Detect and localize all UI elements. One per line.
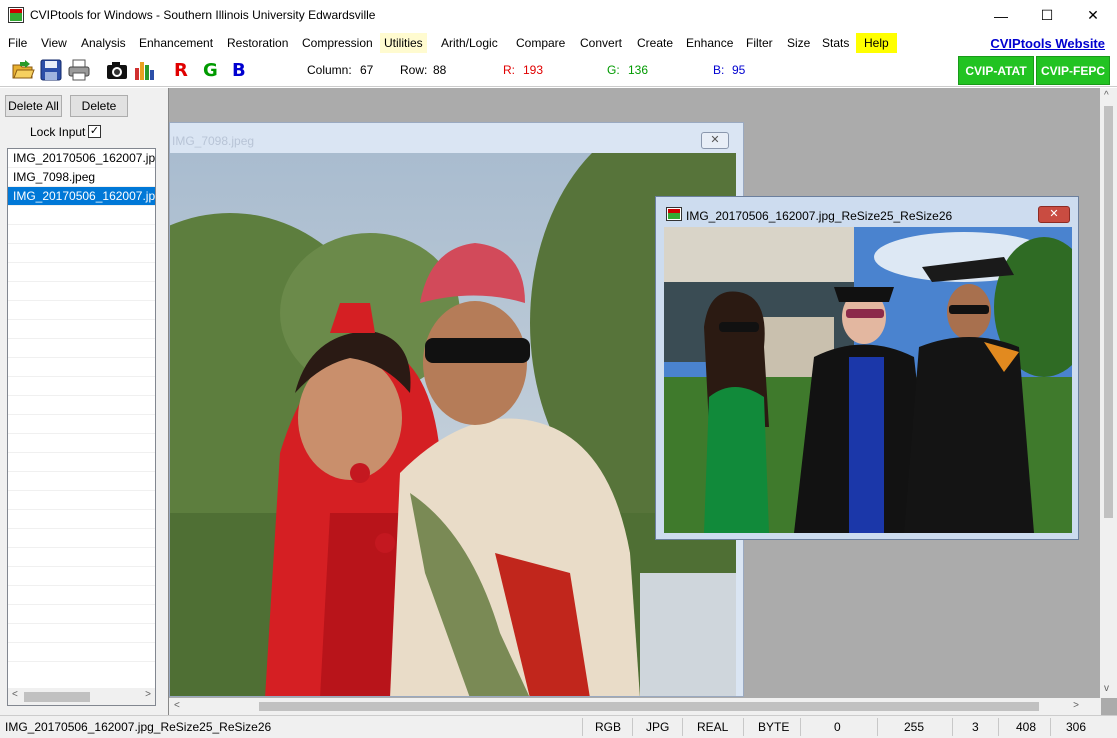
menu-create[interactable]: Create [633,33,677,53]
save-icon[interactable] [39,58,63,82]
row-label: Row: [400,63,428,77]
status-bar: IMG_20170506_162007.jpg_ReSize25_ReSize2… [0,715,1117,738]
b-value: 95 [732,63,746,77]
status-divider [877,718,878,736]
toolbar: R G B Column: 67 Row: 88 R: 193 G: 136 B… [0,55,1117,87]
maximize-button[interactable]: ☐ [1024,0,1070,31]
scroll-right-icon[interactable]: > [1073,700,1079,711]
delete-button[interactable]: Delete [70,95,128,117]
title-bar: CVIPtools for Windows - Southern Illinoi… [0,0,1117,31]
menu-view[interactable]: View [37,33,71,53]
graduation-photo [664,227,1072,533]
list-item[interactable]: IMG_7098.jpeg [8,168,155,187]
menu-help[interactable]: Help [856,33,897,53]
status-divider [998,718,999,736]
menu-enhancement[interactable]: Enhancement [135,33,217,53]
list-item-selected[interactable]: IMG_20170506_162007.jpg_ReSize25_ReSize2… [8,187,155,206]
image-window-front[interactable]: IMG_20170506_162007.jpg_ReSize25_ReSize2… [655,196,1079,540]
menu-size[interactable]: Size [783,33,814,53]
app-icon [8,7,24,23]
image-window-back-title: IMG_7098.jpeg [172,134,255,148]
menu-enhance[interactable]: Enhance [682,33,737,53]
row-value: 88 [433,63,447,77]
image-window-front-title: IMG_20170506_162007.jpg_ReSize25_ReSize2… [686,209,953,223]
status-divider [1050,718,1051,736]
status-divider [800,718,801,736]
image-window-back-close-button[interactable]: ✕ [701,132,729,149]
scrollbar-thumb[interactable] [259,702,1039,711]
image-list-panel: Delete All Delete Lock Input ✓ IMG_20170… [0,88,168,715]
status-data-type: BYTE [758,720,790,734]
lock-input-checkbox[interactable]: ✓ [88,125,101,138]
file-list-scrollbar[interactable]: < > [8,688,155,705]
menu-bar: File View Analysis Enhancement Restorati… [0,31,1117,55]
r-value: 193 [523,63,544,77]
camera-icon[interactable] [105,58,129,82]
status-data-format: REAL [697,720,729,734]
image-workspace: IMG_7098.jpeg ✕ IMG_20170506_162007.jpg_… [168,88,1117,715]
menu-analysis[interactable]: Analysis [77,33,130,53]
status-bands: 3 [972,720,979,734]
scroll-left-icon[interactable]: < [174,700,180,711]
image-window-front-close-button[interactable]: ✕ [1038,206,1070,223]
menu-utilities[interactable]: Utilities [380,33,427,53]
status-max: 255 [904,720,925,734]
scroll-up-icon[interactable]: ^ [1104,90,1109,101]
window-title: CVIPtools for Windows - Southern Illinoi… [30,8,376,22]
workspace-vertical-scrollbar[interactable]: ^ v [1100,88,1117,698]
status-divider [952,718,953,736]
green-channel-button[interactable]: G [203,60,218,81]
cviptools-website-link[interactable]: CVIPtools Website [990,36,1105,51]
blue-channel-button[interactable]: B [232,60,246,81]
status-width: 408 [1016,720,1037,734]
image-file-list: IMG_20170506_162007.jpg IMG_7098.jpeg IM… [7,148,156,706]
menu-stats[interactable]: Stats [818,33,853,53]
g-value-label: G: [607,63,620,77]
status-divider [682,718,683,736]
minimize-button[interactable]: — [978,0,1024,31]
status-min: 0 [834,720,841,734]
image-window-icon [666,207,682,221]
status-divider [582,718,583,736]
status-divider [743,718,744,736]
scroll-down-icon[interactable]: v [1104,683,1109,694]
status-color-space: RGB [595,720,622,734]
cvip-atat-button[interactable]: CVIP-ATAT [958,56,1034,85]
histogram-icon[interactable] [133,58,157,82]
g-value: 136 [628,63,649,77]
b-value-label: B: [713,63,725,77]
menu-restoration[interactable]: Restoration [223,33,292,53]
list-item[interactable]: IMG_20170506_162007.jpg [8,149,155,168]
r-value-label: R: [503,63,515,77]
status-format: JPG [646,720,670,734]
menu-filter[interactable]: Filter [742,33,777,53]
cvip-fepc-button[interactable]: CVIP-FEPC [1036,56,1110,85]
menu-arith-logic[interactable]: Arith/Logic [437,33,502,53]
open-folder-icon[interactable] [11,58,35,82]
scroll-right-icon[interactable]: > [145,689,151,700]
scrollbar-thumb[interactable] [1104,106,1113,518]
menu-compression[interactable]: Compression [298,33,377,53]
lock-input-label: Lock Input [30,125,86,139]
menu-file[interactable]: File [4,33,31,53]
status-divider [632,718,633,736]
close-button[interactable]: ✕ [1070,0,1116,31]
column-label: Column: [307,63,352,77]
menu-convert[interactable]: Convert [576,33,626,53]
scroll-left-icon[interactable]: < [12,689,18,700]
menu-compare[interactable]: Compare [512,33,569,53]
status-filename: IMG_20170506_162007.jpg_ReSize25_ReSize2… [5,720,272,734]
status-height: 306 [1066,720,1087,734]
column-value: 67 [360,63,374,77]
scrollbar-thumb[interactable] [24,692,90,702]
print-icon[interactable] [67,58,91,82]
workspace-horizontal-scrollbar[interactable]: < > [169,698,1101,715]
delete-all-button[interactable]: Delete All [5,95,62,117]
wedding-photo [170,153,736,696]
red-channel-button[interactable]: R [174,60,188,81]
